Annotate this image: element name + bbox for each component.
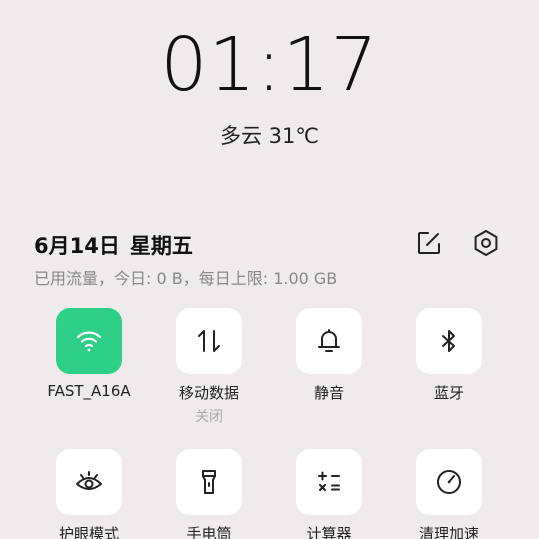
tile-eye-care-label: 护眼模式	[58, 525, 119, 539]
tile-mobile-data-button[interactable]	[176, 308, 242, 374]
tile-cleanup[interactable]: 清理加速	[389, 449, 509, 539]
tile-cleanup-button[interactable]	[416, 449, 482, 515]
tile-calculator-label: 计算器	[306, 525, 352, 539]
edit-icon	[416, 230, 442, 256]
edit-button[interactable]	[414, 228, 444, 258]
tile-mobile-data-status: 关闭	[195, 409, 223, 425]
tile-wifi-button[interactable]	[56, 308, 122, 374]
tile-wifi[interactable]: FAST_A16A	[29, 308, 149, 400]
weather-text: 多云 31℃	[220, 124, 319, 148]
clock-time: 01:17	[160, 22, 379, 108]
tile-mobile-data[interactable]: 移动数据 关闭	[149, 308, 269, 426]
date-label: 6月14日	[34, 234, 120, 258]
tile-calculator[interactable]: 计算器	[269, 449, 389, 539]
tile-eye-care[interactable]: 护眼模式	[29, 449, 149, 539]
tile-silent[interactable]: 静音	[269, 308, 389, 403]
tile-flashlight[interactable]: 手电筒	[149, 449, 269, 539]
bell-icon	[315, 327, 343, 355]
tile-mobile-data-label: 移动数据	[178, 384, 239, 402]
settings-hexagon-icon	[472, 229, 500, 257]
wifi-icon	[74, 326, 104, 356]
tile-wifi-label: FAST_A16A	[47, 382, 131, 400]
tile-bluetooth[interactable]: 蓝牙	[389, 308, 509, 403]
mobile-data-icon	[195, 327, 223, 355]
weekday-label: 星期五	[129, 234, 193, 258]
calculator-icon	[315, 468, 343, 496]
tile-flashlight-button[interactable]	[176, 449, 242, 515]
date-row: 6月14日 星期五	[34, 230, 193, 260]
eye-icon	[74, 467, 104, 497]
tile-eye-care-button[interactable]	[56, 449, 122, 515]
tile-silent-button[interactable]	[296, 308, 362, 374]
bluetooth-icon	[435, 327, 463, 355]
tile-bluetooth-button[interactable]	[416, 308, 482, 374]
data-usage-text: 已用流量，今日: 0 B，每日上限: 1.00 GB	[34, 269, 338, 288]
speedometer-icon	[434, 467, 464, 497]
settings-button[interactable]	[471, 228, 501, 258]
tile-cleanup-label: 清理加速	[418, 525, 479, 539]
tile-silent-label: 静音	[313, 384, 344, 402]
tile-bluetooth-label: 蓝牙	[433, 384, 464, 402]
tile-calculator-button[interactable]	[296, 449, 362, 515]
tile-flashlight-label: 手电筒	[186, 525, 232, 539]
flashlight-icon	[195, 468, 223, 496]
